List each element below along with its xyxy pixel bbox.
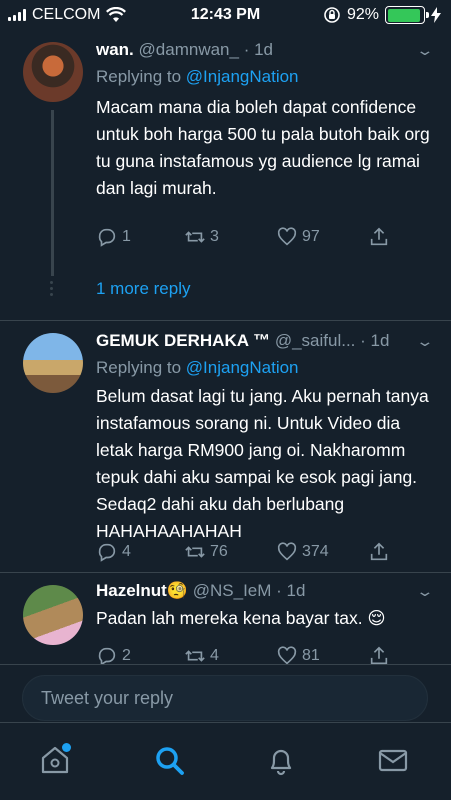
tweet-header: Hazelnut🧐 @NS_IeM · 1d [96, 581, 305, 601]
share-icon [370, 646, 388, 664]
replying-to-label: Replying to [96, 67, 182, 86]
timestamp: · 1d [276, 581, 306, 600]
retweet-button[interactable]: 76 [184, 541, 228, 563]
envelope-icon [378, 749, 408, 772]
retweet-count: 4 [210, 647, 219, 664]
more-replies-link[interactable]: 1 more reply [96, 279, 190, 299]
reply-icon [98, 543, 116, 562]
tweet-reply-input[interactable]: Tweet your reply [22, 675, 428, 721]
chevron-down-icon[interactable]: ⌄ [416, 42, 435, 59]
reply-count: 4 [122, 543, 131, 560]
tweet-2[interactable]: GEMUK DERHAKA ™ @_saiful... · 1d ⌄ Reply… [0, 321, 451, 577]
tab-notifications[interactable] [264, 743, 300, 779]
reply-count: 1 [122, 228, 131, 245]
name-emoji: 🧐 [166, 581, 189, 600]
tweet-1[interactable]: wan. @damnwan_ · 1d ⌄ Replying to @Injan… [0, 30, 451, 320]
like-count: 97 [302, 228, 320, 245]
tweet-header: wan. @damnwan_ · 1d [96, 40, 273, 60]
orientation-lock-icon [324, 7, 340, 23]
mention-link[interactable]: @InjangNation [186, 358, 299, 377]
share-button[interactable] [368, 541, 390, 563]
charging-icon [431, 7, 441, 23]
tweet-text: Belum dasat lagi tu jang. Aku pernah tan… [96, 386, 429, 541]
bell-icon [270, 749, 292, 776]
tweet-header: GEMUK DERHAKA ™ @_saiful... · 1d [96, 331, 389, 351]
display-name[interactable]: Hazelnut [96, 581, 167, 600]
like-count: 374 [302, 543, 329, 560]
status-bar: CELCOM 12:43 PM 92% [0, 0, 451, 30]
share-button[interactable] [368, 645, 390, 664]
tweet-text: Macam mana dia boleh dapat confidence un… [96, 97, 430, 198]
more-replies-dots [50, 281, 53, 296]
share-icon [370, 227, 388, 246]
heart-icon [277, 227, 297, 246]
reply-button[interactable]: 2 [96, 645, 131, 664]
notification-dot [62, 743, 71, 752]
reply-button[interactable]: 1 [96, 226, 131, 248]
avatar[interactable] [23, 333, 83, 393]
battery-percent: 92% [346, 6, 379, 23]
tab-messages[interactable] [376, 743, 412, 779]
tab-search[interactable] [152, 743, 188, 779]
handle[interactable]: @NS_IeM [193, 581, 272, 600]
retweet-count: 3 [210, 228, 219, 245]
avatar[interactable] [23, 585, 83, 645]
reply-count: 2 [122, 647, 131, 664]
tweet-actions: 2 4 81 [96, 645, 396, 664]
battery-icon [385, 6, 429, 24]
chevron-down-icon[interactable]: ⌄ [416, 333, 435, 350]
avatar[interactable] [23, 42, 83, 102]
tweet-3[interactable]: Hazelnut🧐 @NS_IeM · 1d ⌄ Padan lah merek… [0, 573, 451, 664]
retweet-button[interactable]: 4 [184, 645, 219, 664]
display-name[interactable]: wan. [96, 40, 134, 59]
heart-icon [277, 542, 297, 561]
like-button[interactable]: 97 [276, 226, 320, 248]
replying-to: Replying to @InjangNation [96, 67, 299, 87]
replying-to-label: Replying to [96, 358, 182, 377]
retweet-icon [185, 546, 205, 558]
search-icon [156, 747, 184, 775]
mention-link[interactable]: @InjangNation [186, 67, 299, 86]
handle[interactable]: @damnwan_ [139, 40, 239, 59]
thread-line [51, 110, 54, 276]
display-name[interactable]: GEMUK DERHAKA ™ [96, 331, 270, 350]
timestamp: · 1d [360, 331, 390, 350]
handle[interactable]: @_saiful... [275, 331, 356, 350]
retweet-count: 76 [210, 543, 228, 560]
retweet-icon [185, 231, 205, 243]
status-right: 92% [323, 6, 441, 24]
tab-bar [0, 722, 451, 800]
like-button[interactable]: 374 [276, 541, 329, 563]
reply-icon [98, 228, 116, 247]
tweet-text: Padan lah mereka kena bayar tax. 😌 [96, 608, 386, 628]
tweet-actions: 4 76 374 [96, 541, 396, 565]
tweet-actions: 1 3 97 [96, 226, 396, 250]
heart-icon [277, 646, 297, 664]
timestamp: · 1d [243, 40, 273, 59]
like-count: 81 [302, 647, 320, 664]
replying-to: Replying to @InjangNation [96, 358, 299, 378]
reply-icon [98, 647, 116, 664]
share-button[interactable] [368, 226, 390, 248]
reply-button[interactable]: 4 [96, 541, 131, 563]
chevron-down-icon[interactable]: ⌄ [416, 583, 435, 600]
retweet-button[interactable]: 3 [184, 226, 219, 248]
share-icon [370, 542, 388, 561]
like-button[interactable]: 81 [276, 645, 320, 664]
retweet-icon [185, 650, 205, 662]
